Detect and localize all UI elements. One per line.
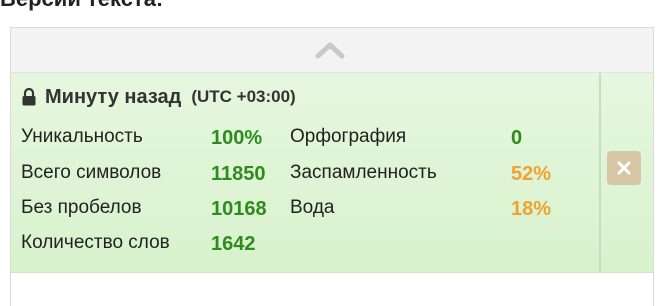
version-divider [599,73,601,272]
section-title: Версии текста: [0,0,163,12]
close-icon [617,161,631,175]
version-time: Минуту назад [45,85,182,108]
versions-panel: Минуту назад (UTC +03:00) Уникальность 1… [10,27,654,306]
stat-value-no-spaces: 10168 [211,198,267,220]
stat-label-total-chars: Всего символов [21,162,162,183]
stat-label-uniqueness: Уникальность [21,126,143,147]
stat-label-spelling: Орфография [290,126,407,147]
stat-label-no-spaces: Без пробелов [21,197,142,218]
stat-label-word-count: Количество слов [21,232,170,253]
version-header: Минуту назад (UTC +03:00) [21,85,296,109]
stat-value-word-count: 1642 [211,233,256,255]
stat-value-spelling: 0 [511,127,523,149]
stat-value-water: 18% [511,198,552,220]
version-item[interactable]: Минуту назад (UTC +03:00) Уникальность 1… [11,73,653,273]
stat-label-spam: Заспамленность [290,162,437,183]
delete-version-button[interactable] [607,151,641,185]
stat-value-uniqueness: 100% [211,127,263,149]
stat-label-water: Вода [290,197,335,218]
stat-value-total-chars: 11850 [211,163,266,185]
stat-value-spam: 52% [511,163,552,185]
text-versions-page: Версии текста: Минуту назад (UTC +03:00)… [0,0,672,306]
collapse-button[interactable] [11,28,653,73]
version-timezone: (UTC +03:00) [191,87,296,106]
chevron-up-icon [315,42,345,59]
lock-icon [22,88,36,106]
